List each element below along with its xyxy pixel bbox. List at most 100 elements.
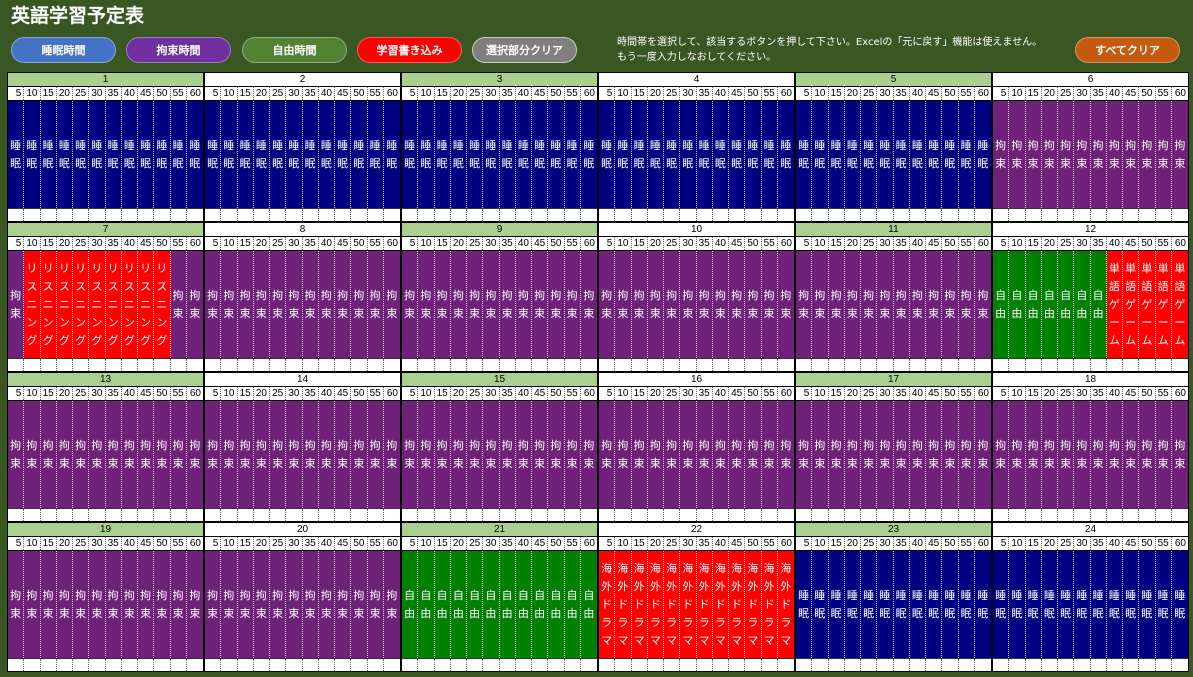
time-slot[interactable]: 拘束 xyxy=(186,251,203,358)
time-slot[interactable]: 拘束 xyxy=(974,251,991,358)
time-slot[interactable]: 睡眠 xyxy=(40,101,57,208)
time-slot[interactable]: 単語ゲーム xyxy=(1171,251,1188,358)
free-time-button[interactable]: 自由時間 xyxy=(242,37,347,63)
time-slot[interactable]: 拘束 xyxy=(680,401,697,508)
time-slot[interactable]: 睡眠 xyxy=(335,101,352,208)
time-slot[interactable]: 拘束 xyxy=(729,401,746,508)
time-slot[interactable]: 単語ゲーム xyxy=(1123,251,1140,358)
time-slot[interactable]: 拘束 xyxy=(712,251,729,358)
time-slot[interactable]: 自由 xyxy=(1025,251,1042,358)
time-slot[interactable]: 拘束 xyxy=(993,401,1010,508)
time-slot[interactable]: 拘束 xyxy=(335,551,352,658)
time-slot[interactable]: 睡眠 xyxy=(796,551,813,658)
time-slot[interactable]: 拘束 xyxy=(467,251,484,358)
time-slot[interactable]: 拘束 xyxy=(1123,101,1140,208)
time-slot[interactable]: 拘束 xyxy=(729,251,746,358)
time-slot[interactable]: 拘束 xyxy=(483,251,500,358)
time-slot[interactable]: 拘束 xyxy=(89,401,106,508)
time-slot[interactable]: 拘束 xyxy=(56,551,73,658)
time-slot[interactable]: 睡眠 xyxy=(844,551,861,658)
time-slot[interactable]: 拘束 xyxy=(170,401,187,508)
time-slot[interactable]: 拘束 xyxy=(812,251,829,358)
time-slot[interactable]: 海外ドラマ xyxy=(761,551,778,658)
time-slot[interactable]: 睡眠 xyxy=(351,101,368,208)
time-slot[interactable]: 拘束 xyxy=(680,251,697,358)
time-slot[interactable]: 拘束 xyxy=(351,551,368,658)
time-slot[interactable]: 自由 xyxy=(1074,251,1091,358)
time-slot[interactable]: 拘束 xyxy=(434,251,451,358)
time-slot[interactable]: 拘束 xyxy=(599,251,616,358)
time-slot[interactable]: 自由 xyxy=(1090,251,1107,358)
time-slot[interactable]: リスニング xyxy=(89,251,106,358)
time-slot[interactable]: 拘束 xyxy=(253,251,270,358)
time-slot[interactable]: 拘束 xyxy=(599,401,616,508)
time-slot[interactable]: 自由 xyxy=(564,551,581,658)
time-slot[interactable]: 拘束 xyxy=(40,401,57,508)
time-slot[interactable]: 拘束 xyxy=(24,401,41,508)
time-slot[interactable]: 拘束 xyxy=(73,551,90,658)
time-slot[interactable]: 自由 xyxy=(993,251,1010,358)
time-slot[interactable]: 拘束 xyxy=(205,251,222,358)
time-slot[interactable]: 睡眠 xyxy=(237,101,254,208)
time-slot[interactable]: 拘束 xyxy=(909,401,926,508)
time-slot[interactable]: 拘束 xyxy=(1025,101,1042,208)
time-slot[interactable]: 拘束 xyxy=(1025,401,1042,508)
time-slot[interactable]: 睡眠 xyxy=(828,551,845,658)
time-slot[interactable]: 拘束 xyxy=(1090,101,1107,208)
time-slot[interactable]: 海外ドラマ xyxy=(745,551,762,658)
time-slot[interactable]: 自由 xyxy=(1009,251,1026,358)
time-slot[interactable]: 海外ドラマ xyxy=(631,551,648,658)
time-slot[interactable]: 睡眠 xyxy=(631,101,648,208)
time-slot[interactable]: 拘束 xyxy=(828,251,845,358)
time-slot[interactable]: 拘束 xyxy=(532,251,549,358)
time-slot[interactable]: 睡眠 xyxy=(483,101,500,208)
time-slot[interactable]: 拘束 xyxy=(580,251,597,358)
time-slot[interactable]: 拘束 xyxy=(367,551,384,658)
time-slot[interactable]: 拘束 xyxy=(958,251,975,358)
time-slot[interactable]: 拘束 xyxy=(761,251,778,358)
time-slot[interactable]: リスニング xyxy=(138,251,155,358)
time-slot[interactable]: リスニング xyxy=(105,251,122,358)
time-slot[interactable]: 拘束 xyxy=(318,251,335,358)
time-slot[interactable]: 拘束 xyxy=(270,251,287,358)
time-slot[interactable]: 睡眠 xyxy=(1171,551,1188,658)
time-slot[interactable]: 海外ドラマ xyxy=(615,551,632,658)
time-slot[interactable]: 睡眠 xyxy=(515,101,532,208)
time-slot[interactable]: 自由 xyxy=(532,551,549,658)
time-slot[interactable]: 拘束 xyxy=(186,401,203,508)
time-slot[interactable]: 自由 xyxy=(1058,251,1075,358)
time-slot[interactable]: 睡眠 xyxy=(844,101,861,208)
time-slot[interactable]: 自由 xyxy=(515,551,532,658)
time-slot[interactable]: 拘束 xyxy=(631,251,648,358)
time-slot[interactable]: 睡眠 xyxy=(1139,551,1156,658)
time-slot[interactable]: 拘束 xyxy=(221,401,238,508)
time-slot[interactable]: 拘束 xyxy=(993,101,1010,208)
time-slot[interactable]: 拘束 xyxy=(286,401,303,508)
time-slot[interactable]: 拘束 xyxy=(1041,101,1058,208)
time-slot[interactable]: 拘束 xyxy=(812,401,829,508)
time-slot[interactable]: リスニング xyxy=(56,251,73,358)
time-slot[interactable]: 拘束 xyxy=(302,551,319,658)
time-slot[interactable]: 拘束 xyxy=(138,551,155,658)
time-slot[interactable]: 拘束 xyxy=(1041,401,1058,508)
time-slot[interactable]: 睡眠 xyxy=(745,101,762,208)
time-slot[interactable]: 拘束 xyxy=(24,551,41,658)
time-slot[interactable]: 睡眠 xyxy=(828,101,845,208)
time-slot[interactable]: 自由 xyxy=(434,551,451,658)
time-slot[interactable]: 拘束 xyxy=(351,251,368,358)
time-slot[interactable]: 睡眠 xyxy=(1041,551,1058,658)
time-slot[interactable]: 拘束 xyxy=(1171,401,1188,508)
time-slot[interactable]: 拘束 xyxy=(877,401,894,508)
time-slot[interactable]: 拘束 xyxy=(893,251,910,358)
time-slot[interactable]: 睡眠 xyxy=(1106,551,1123,658)
time-slot[interactable]: 睡眠 xyxy=(186,101,203,208)
time-slot[interactable]: 拘束 xyxy=(1058,401,1075,508)
time-slot[interactable]: 自由 xyxy=(483,551,500,658)
time-slot[interactable]: 睡眠 xyxy=(974,101,991,208)
time-slot[interactable]: 睡眠 xyxy=(958,101,975,208)
time-slot[interactable]: 拘束 xyxy=(564,251,581,358)
time-slot[interactable]: 拘束 xyxy=(909,251,926,358)
time-slot[interactable]: リスニング xyxy=(40,251,57,358)
time-slot[interactable]: 睡眠 xyxy=(253,101,270,208)
time-slot[interactable]: 睡眠 xyxy=(877,551,894,658)
